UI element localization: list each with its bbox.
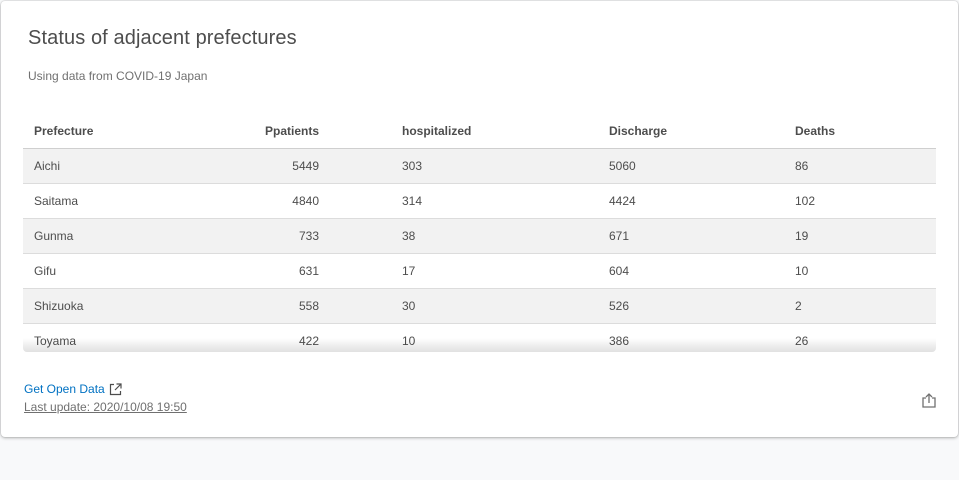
cell-discharge: 5060 <box>526 148 712 184</box>
cell-hospitalized: 10 <box>319 323 526 352</box>
external-link-icon <box>109 382 122 396</box>
get-open-data-link[interactable]: Get Open Data <box>24 382 122 396</box>
cell-discharge: 526 <box>526 288 712 324</box>
cell-hospitalized: 38 <box>319 218 526 254</box>
cell-deaths: 86 <box>712 148 936 184</box>
cell-prefecture: Gifu <box>23 253 199 289</box>
share-icon <box>922 393 936 413</box>
cell-discharge: 604 <box>526 253 712 289</box>
cell-patients: 4840 <box>199 183 319 219</box>
header-patients[interactable]: Ppatients <box>199 113 319 149</box>
cell-patients: 422 <box>199 323 319 352</box>
header-discharge[interactable]: Discharge <box>526 113 712 149</box>
table-row: Gifu 631 17 604 10 <box>23 253 936 289</box>
cell-hospitalized: 314 <box>319 183 526 219</box>
table-row: Saitama 4840 314 4424 102 <box>23 183 936 219</box>
share-button[interactable] <box>920 393 938 413</box>
table-row: Toyama 422 10 386 26 <box>23 323 936 352</box>
prefecture-table: Prefecture Ppatients hospitalized Discha… <box>23 113 936 352</box>
cell-discharge: 4424 <box>526 183 712 219</box>
cell-hospitalized: 17 <box>319 253 526 289</box>
table-row: Aichi 5449 303 5060 86 <box>23 148 936 184</box>
cell-prefecture: Aichi <box>23 148 199 184</box>
header-prefecture[interactable]: Prefecture <box>23 113 199 149</box>
cell-prefecture: Saitama <box>23 183 199 219</box>
card-subtitle: Using data from COVID-19 Japan <box>28 69 208 83</box>
cell-deaths: 10 <box>712 253 936 289</box>
cell-deaths: 26 <box>712 323 936 352</box>
cell-patients: 5449 <box>199 148 319 184</box>
cell-discharge: 386 <box>526 323 712 352</box>
table-row: Shizuoka 558 30 526 2 <box>23 288 936 324</box>
cell-hospitalized: 303 <box>319 148 526 184</box>
header-hospitalized[interactable]: hospitalized <box>319 113 526 149</box>
card: Status of adjacent prefectures Using dat… <box>1 1 958 437</box>
cell-prefecture: Shizuoka <box>23 288 199 324</box>
table-header-row: Prefecture Ppatients hospitalized Discha… <box>23 113 936 149</box>
cell-discharge: 671 <box>526 218 712 254</box>
cell-prefecture: Gunma <box>23 218 199 254</box>
table-row: Gunma 733 38 671 19 <box>23 218 936 254</box>
cell-prefecture: Toyama <box>23 323 199 352</box>
cell-deaths: 102 <box>712 183 936 219</box>
last-update: Last update: 2020/10/08 19:50 <box>24 400 187 414</box>
cell-patients: 558 <box>199 288 319 324</box>
table-container[interactable]: Prefecture Ppatients hospitalized Discha… <box>23 113 936 352</box>
cell-deaths: 2 <box>712 288 936 324</box>
get-open-data-label: Get Open Data <box>24 382 105 396</box>
card-title: Status of adjacent prefectures <box>28 27 297 49</box>
cell-patients: 631 <box>199 253 319 289</box>
header-deaths[interactable]: Deaths <box>712 113 936 149</box>
cell-deaths: 19 <box>712 218 936 254</box>
cell-hospitalized: 30 <box>319 288 526 324</box>
cell-patients: 733 <box>199 218 319 254</box>
